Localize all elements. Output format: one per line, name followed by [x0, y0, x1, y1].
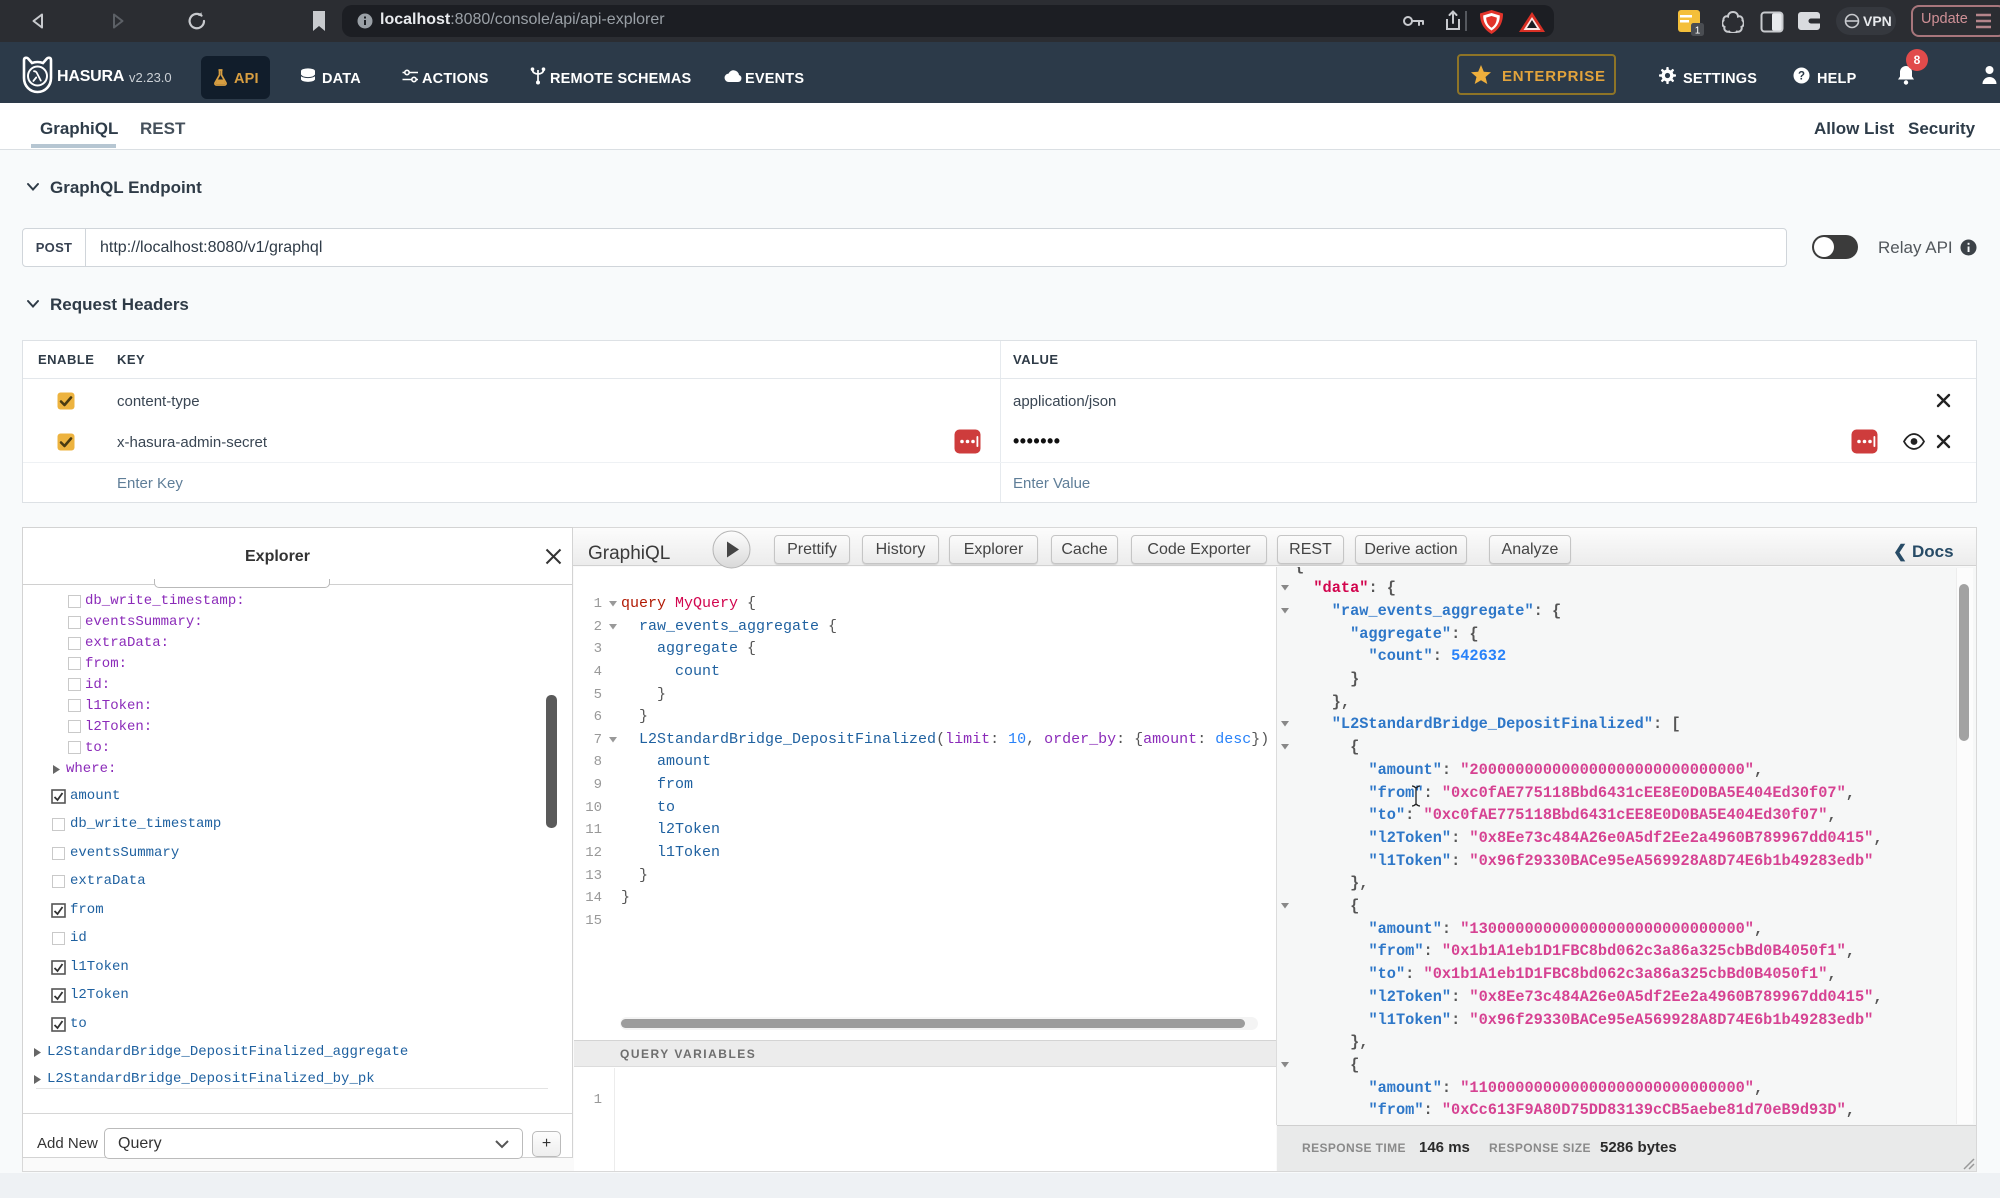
svg-text:1: 1	[1695, 26, 1701, 37]
svg-text:?: ?	[1798, 71, 1805, 83]
